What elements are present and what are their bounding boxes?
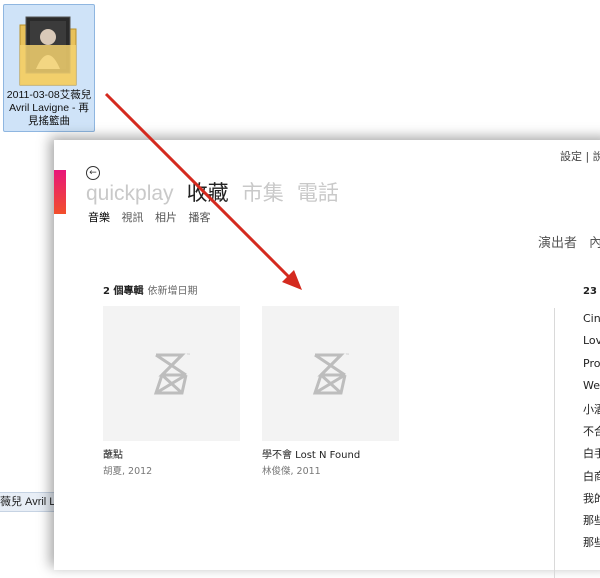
song-item[interactable]: Pro: [583, 357, 600, 370]
album-count-label: 2 個專輯: [103, 286, 144, 297]
album-title: 蘸點: [103, 450, 123, 461]
album-meta: 胡夏, 2012: [103, 466, 153, 477]
tab-more[interactable]: 內: [589, 236, 600, 251]
desktop-folder[interactable]: 2011-03-08艾薇兒 Avril Lavigne - 再見搖籃曲: [3, 4, 95, 132]
background-window-title: 薇兒 Avril La: [0, 492, 58, 512]
song-item[interactable]: Lov: [583, 334, 600, 347]
main-nav: quickplay 收藏 市集 電話: [86, 177, 347, 207]
column-divider: [554, 308, 555, 578]
song-item[interactable]: 小酒: [583, 401, 600, 417]
song-count: 23 首: [583, 286, 600, 297]
subnav-pictures[interactable]: 相片: [155, 211, 177, 224]
album-art-placeholder: ™: [262, 306, 399, 441]
subnav-podcasts[interactable]: 播客: [189, 211, 211, 224]
song-item[interactable]: We: [583, 379, 600, 392]
folder-icon: [18, 11, 78, 87]
svg-text:™: ™: [345, 353, 350, 359]
sub-nav: 音樂 視訊 相片 播客: [88, 209, 219, 225]
album-count: 2 個專輯 依新增日期: [103, 282, 197, 297]
album-meta: 林俊傑, 2011: [262, 466, 321, 477]
song-item[interactable]: Cin: [583, 312, 600, 325]
song-item[interactable]: 白手: [583, 445, 600, 461]
zune-logo-icon: ™: [153, 353, 191, 394]
album-title: 學不會 Lost N Found: [262, 450, 361, 461]
subnav-video[interactable]: 視訊: [122, 211, 144, 224]
folder-label: 2011-03-08艾薇兒 Avril Lavigne - 再見搖籃曲: [6, 89, 92, 127]
nav-collection[interactable]: 收藏: [187, 182, 229, 205]
accent-bar: [54, 170, 66, 214]
nav-phone[interactable]: 電話: [297, 182, 339, 205]
album-art-placeholder: ™: [103, 306, 240, 441]
album-tile[interactable]: ™ 蘸點 胡夏, 2012: [103, 306, 240, 477]
song-item[interactable]: 不合: [583, 423, 600, 439]
zune-window: 設定 | 說 ← quickplay 收藏 市集 電話 音樂 視訊 相片 播客 …: [54, 140, 600, 578]
view-tabs: 演出者 內: [538, 232, 600, 251]
svg-text:™: ™: [186, 353, 191, 359]
nav-marketplace[interactable]: 市集: [242, 182, 284, 205]
song-item[interactable]: 我的: [583, 490, 600, 506]
tab-artists[interactable]: 演出者: [538, 236, 577, 251]
zune-logo-icon: ™: [312, 353, 350, 394]
subnav-music[interactable]: 音樂: [88, 211, 110, 224]
song-item[interactable]: 那些: [583, 534, 600, 550]
sort-label[interactable]: 依新增日期: [147, 286, 197, 297]
nav-quickplay[interactable]: quickplay: [86, 182, 174, 205]
song-item[interactable]: 那些: [583, 512, 600, 528]
album-tile[interactable]: ™ 學不會 Lost N Found 林俊傑, 2011: [262, 306, 399, 477]
song-item[interactable]: 白商: [583, 468, 600, 484]
settings-link[interactable]: 設定 | 說: [560, 148, 600, 164]
